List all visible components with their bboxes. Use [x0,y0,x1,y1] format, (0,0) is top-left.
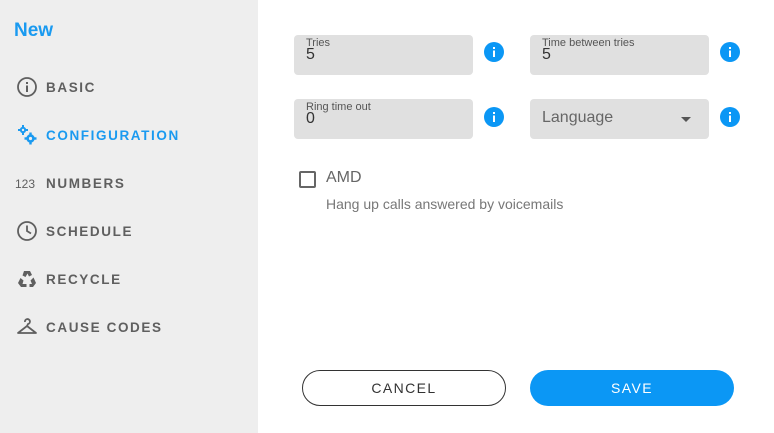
amd-label: AMD [326,169,362,186]
ring-time-out-input[interactable] [306,110,456,128]
sidebar: New BASIC CONFIGURATION 123 NUMBERS SCHE… [0,0,258,433]
numbers-123-icon: 123 [14,170,40,196]
info-icon[interactable] [484,42,504,62]
info-icon[interactable] [720,42,740,62]
sidebar-item-label: NUMBERS [46,175,126,191]
language-placeholder: Language [542,109,614,126]
sidebar-item-label: SCHEDULE [46,223,134,239]
sidebar-item-schedule[interactable]: SCHEDULE [14,218,133,244]
amd-checkbox[interactable] [299,171,316,188]
cancel-button[interactable]: CANCEL [302,370,506,406]
sidebar-item-basic[interactable]: BASIC [14,74,96,100]
time-between-tries-field[interactable]: Time between tries [530,35,709,75]
sidebar-item-label: CAUSE CODES [46,319,163,335]
sidebar-item-cause-codes[interactable]: CAUSE CODES [14,314,163,340]
save-button[interactable]: SAVE [530,370,734,406]
sidebar-item-configuration[interactable]: CONFIGURATION [14,122,180,148]
gears-icon [14,122,40,148]
sidebar-item-recycle[interactable]: RECYCLE [14,266,122,292]
time-between-tries-input[interactable] [542,46,692,64]
hanger-icon [14,314,40,340]
configuration-panel: Tries Time between tries Ring time out L… [258,0,774,433]
tries-input[interactable] [306,46,456,64]
info-icon[interactable] [484,107,504,127]
svg-text:123: 123 [15,177,35,191]
info-circle-icon [14,74,40,100]
dropdown-arrow-icon [681,117,691,122]
sidebar-item-numbers[interactable]: 123 NUMBERS [14,170,125,196]
info-icon[interactable] [720,107,740,127]
ring-time-out-field[interactable]: Ring time out [294,99,473,139]
recycle-icon [14,266,40,292]
sidebar-title: New [14,20,54,41]
clock-icon [14,218,40,244]
tries-field[interactable]: Tries [294,35,473,75]
language-select[interactable]: Language [530,99,709,139]
sidebar-item-label: CONFIGURATION [46,127,180,143]
sidebar-item-label: RECYCLE [46,271,122,287]
amd-help-text: Hang up calls answered by voicemails [326,196,564,212]
sidebar-item-label: BASIC [46,79,97,95]
